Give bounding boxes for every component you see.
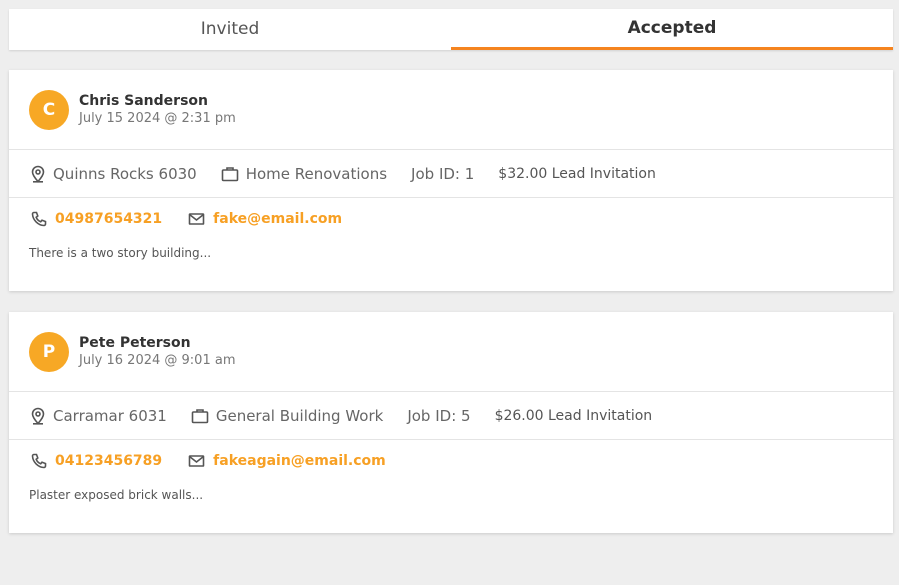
lead-date: July 16 2024 @ 9:01 am [79,353,236,368]
lead-invitation-price: $26.00 Lead Invitation [494,407,653,424]
category: General Building Work [191,407,383,425]
lead-card-header: C Chris Sanderson July 15 2024 @ 2:31 pm [9,70,893,150]
lead-details-row: Quinns Rocks 6030 Home Renovations Job I… [9,150,893,198]
map-pin-icon [31,165,45,183]
location: Quinns Rocks 6030 [30,165,197,183]
email-address[interactable]: fakeagain@email.com [213,453,386,469]
phone-icon [31,453,47,469]
phone-link[interactable]: 04987654321 [31,211,162,227]
job-id: Job ID: 1 [411,164,475,183]
contact-row: 04123456789 fakeagain@email.com [9,440,893,482]
category: Home Renovations [221,165,387,183]
email-link[interactable]: fake@email.com [188,211,342,227]
location: Carramar 6031 [30,407,167,425]
category-label: General Building Work [215,406,384,425]
customer-name: Chris Sanderson [79,93,208,109]
lead-invitation-price: $32.00 Lead Invitation [498,165,656,182]
map-pin-icon [31,407,45,425]
lead-date: July 15 2024 @ 2:31 pm [79,111,236,126]
avatar: P [29,331,69,372]
job-id: Job ID: 5 [407,406,471,425]
tab-bar: Invited Accepted [9,9,893,50]
avatar: C [29,89,69,130]
lead-card[interactable]: P Pete Peterson July 16 2024 @ 9:01 am C… [9,312,893,533]
tab-accepted[interactable]: Accepted [451,9,893,50]
briefcase-icon [221,166,239,181]
phone-number[interactable]: 04987654321 [55,211,162,227]
phone-number[interactable]: 04123456789 [55,453,162,469]
job-description: There is a two story building... [29,246,212,260]
lead-card[interactable]: C Chris Sanderson July 15 2024 @ 2:31 pm… [9,70,893,291]
tab-invited[interactable]: Invited [9,9,451,50]
contact-row: 04987654321 fake@email.com [9,198,893,240]
lead-card-header: P Pete Peterson July 16 2024 @ 9:01 am [9,312,893,392]
mail-icon [188,455,205,467]
location-label: Quinns Rocks 6030 [53,164,197,183]
job-description: Plaster exposed brick walls... [29,488,204,502]
mail-icon [188,213,205,225]
lead-details-row: Carramar 6031 General Building Work Job … [9,392,893,440]
email-link[interactable]: fakeagain@email.com [188,453,386,469]
phone-icon [31,211,47,227]
customer-name: Pete Peterson [79,335,191,351]
category-label: Home Renovations [245,164,388,183]
phone-link[interactable]: 04123456789 [31,453,162,469]
email-address[interactable]: fake@email.com [213,211,342,227]
briefcase-icon [191,408,209,423]
location-label: Carramar 6031 [53,406,167,425]
